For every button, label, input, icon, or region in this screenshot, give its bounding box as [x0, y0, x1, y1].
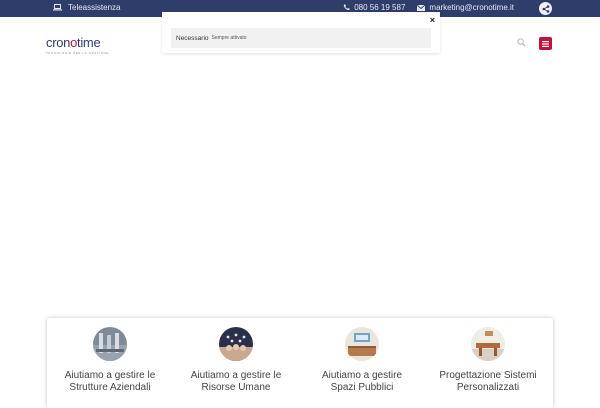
service-title-line1: Progettazione Sistemi [439, 370, 537, 381]
cookie-category-status: Sempre attivato [211, 35, 247, 41]
service-item-spazi-pubblici[interactable]: Aiutiamo a gestire Spazi Pubblici [299, 318, 425, 394]
service-title-line1: Aiutiamo a gestire le [64, 370, 156, 381]
logo-tagline: TECNOLOGIE PER LA GESTIONE [46, 51, 109, 55]
cookie-category-row[interactable]: Necessario Sempre attivato [171, 28, 431, 48]
services-panel: Aiutiamo a gestire le Strutture Aziendal… [47, 318, 553, 408]
contact-info: 080 56 19 587 marketing@cronotime.it [343, 3, 532, 12]
cronotime-logo[interactable]: cronotime TECNOLOGIE PER LA GESTIONE [46, 35, 109, 55]
service-thumb-office [93, 327, 127, 361]
search-icon[interactable] [517, 38, 526, 47]
close-button[interactable]: × [430, 15, 435, 25]
service-thumb-people [219, 327, 253, 361]
logo-text-part2: time [77, 35, 101, 50]
service-thumb-public-space [345, 327, 379, 361]
service-item-strutture-aziendali[interactable]: Aiutiamo a gestire le Strutture Aziendal… [47, 318, 173, 394]
service-title-line2: Risorse Umane [201, 382, 271, 393]
share-icon [542, 4, 550, 13]
phone-icon [343, 4, 350, 11]
service-item-risorse-umane[interactable]: Aiutiamo a gestire le Risorse Umane [173, 318, 299, 394]
menu-button[interactable] [539, 37, 552, 50]
laptop-icon [53, 4, 62, 11]
service-title-line1: Aiutiamo a gestire le [190, 370, 282, 381]
service-item-sistemi-personalizzati[interactable]: Progettazione Sistemi Personalizzati [425, 318, 551, 394]
logo-text-o: o [70, 35, 78, 50]
envelope-icon [417, 4, 426, 11]
email-link[interactable]: marketing@cronotime.it [429, 3, 514, 12]
teleassistenza-link[interactable]: Teleassistenza [53, 3, 120, 12]
teleassistenza-label: Teleassistenza [68, 3, 121, 12]
share-button[interactable] [539, 2, 552, 15]
service-thumb-custom-systems [471, 327, 505, 361]
cookie-category-label: Necessario [176, 34, 209, 42]
service-title-line2: Spazi Pubblici [330, 382, 394, 393]
phone-link[interactable]: 080 56 19 587 [354, 3, 405, 12]
service-title-line2: Strutture Aziendali [69, 382, 151, 393]
cookie-preferences-popup: × Necessario Sempre attivato [162, 12, 440, 53]
service-title-line1: Aiutiamo a gestire [321, 370, 403, 381]
service-title-line2: Personalizzati [456, 382, 520, 393]
hamburger-icon [542, 40, 549, 47]
logo-text-part1: cron [46, 35, 71, 50]
